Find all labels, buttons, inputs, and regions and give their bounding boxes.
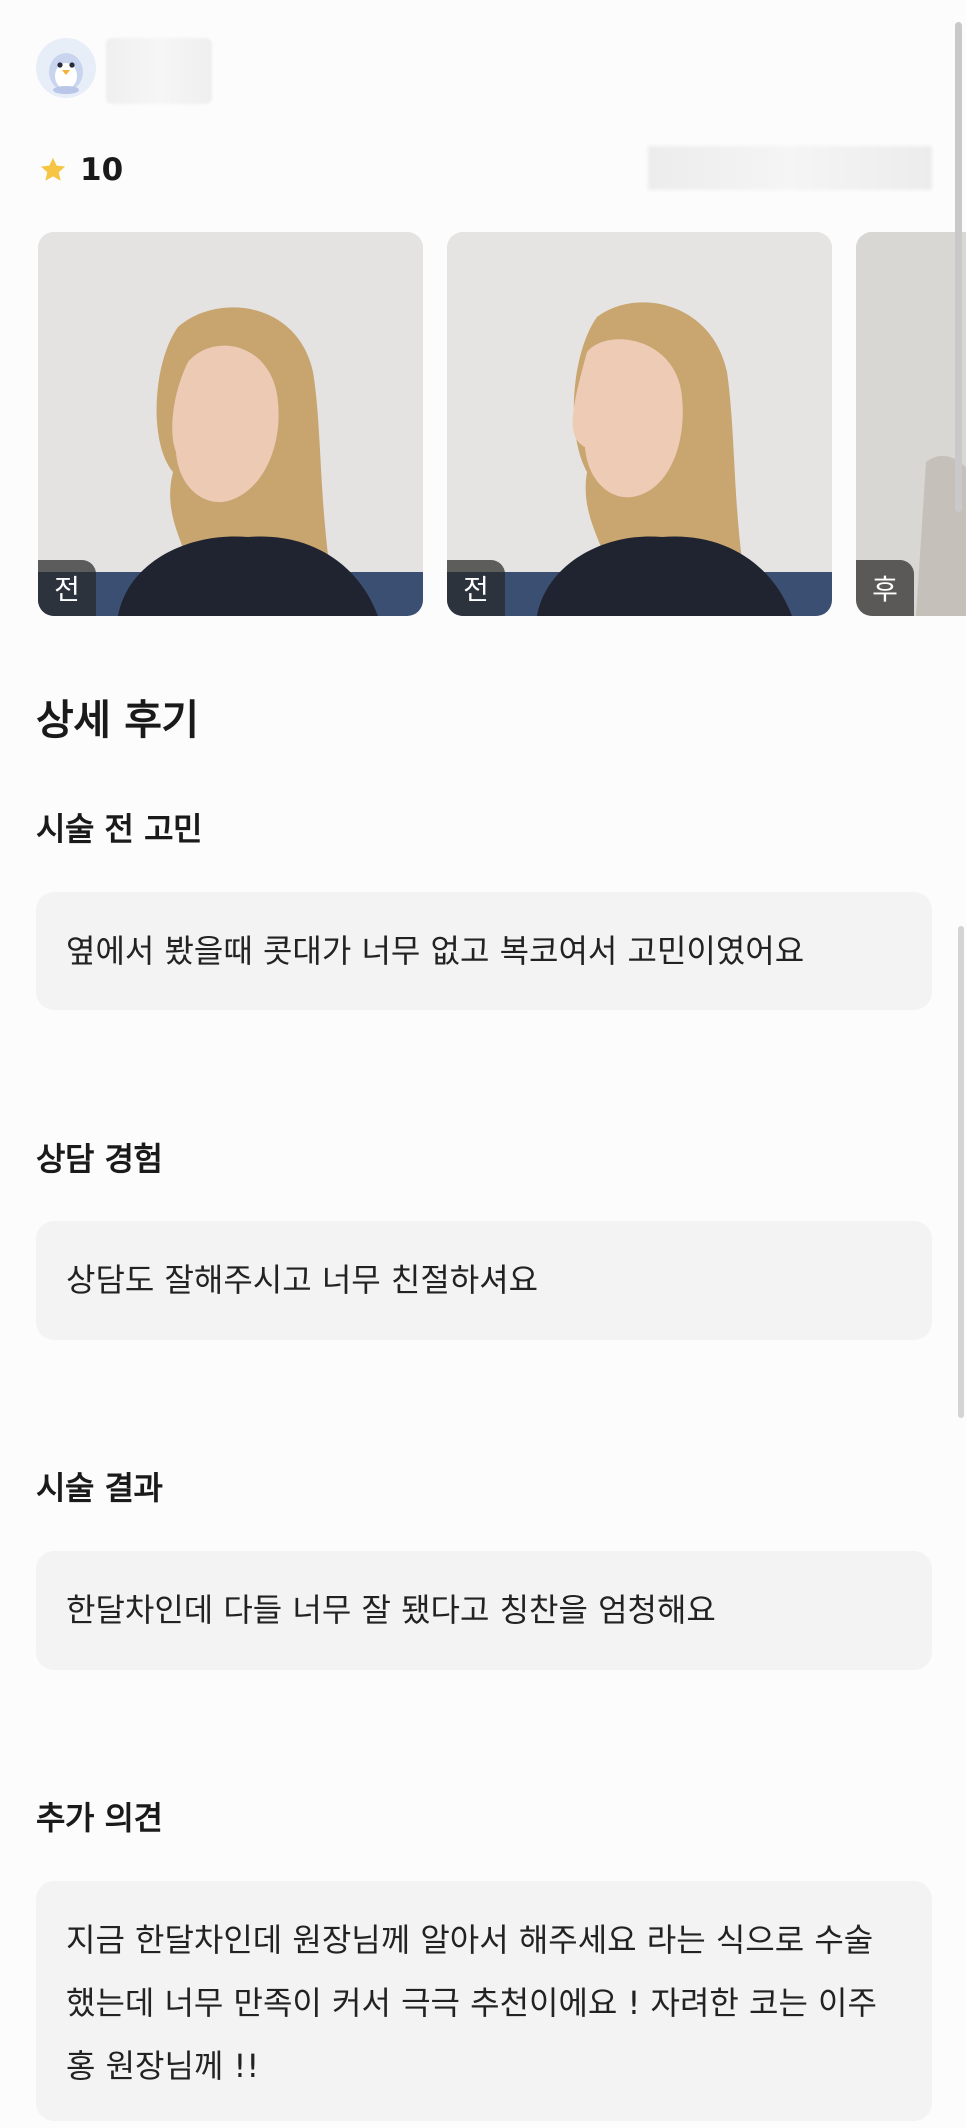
- user-avatar[interactable]: [36, 38, 96, 98]
- answer-text: 옆에서 봤을때 콧대가 너무 없고 복코여서 고민이였어요: [66, 931, 805, 970]
- photo-before-2[interactable]: 전: [447, 232, 832, 616]
- answer-text: 지금 한달차인데 원장님께 알아서 해주세요 라는 식으로 수술 했는데 너무 …: [66, 1921, 877, 2085]
- photo-gallery[interactable]: 전 전 후: [38, 232, 966, 618]
- rating-value: 10: [80, 152, 124, 188]
- penguin-avatar-icon: [36, 38, 96, 98]
- scrollbar-thumb[interactable]: [955, 22, 962, 512]
- answer-box: 옆에서 봤을때 콧대가 너무 없고 복코여서 고민이였어요: [36, 892, 932, 1010]
- photo-image: [38, 232, 423, 616]
- review-header: [36, 38, 932, 108]
- star-icon: [40, 157, 66, 181]
- date-blurred: [648, 146, 932, 190]
- photo-before-1[interactable]: 전: [38, 232, 423, 616]
- photo-badge: 전: [447, 560, 505, 616]
- photo-image: [447, 232, 832, 616]
- answer-box: 지금 한달차인데 원장님께 알아서 해주세요 라는 식으로 수술 했는데 너무 …: [36, 1881, 932, 2121]
- question-label: 시술 전 고민: [36, 810, 202, 848]
- photo-after-1[interactable]: 후: [856, 232, 966, 616]
- question-label: 상담 경험: [36, 1140, 163, 1178]
- answer-box: 상담도 잘해주시고 너무 친절하셔요: [36, 1221, 932, 1340]
- question-label: 시술 결과: [36, 1469, 163, 1507]
- answer-text: 상담도 잘해주시고 너무 친절하셔요: [66, 1261, 539, 1299]
- answer-text: 한달차인데 다들 너무 잘 됐다고 칭찬을 엄청해요: [66, 1591, 716, 1629]
- scrollbar-thumb-secondary[interactable]: [958, 926, 964, 1418]
- section-title: 상세 후기: [36, 696, 199, 744]
- rating: 10: [38, 150, 123, 190]
- photo-badge: 전: [38, 560, 96, 616]
- answer-box: 한달차인데 다들 너무 잘 됐다고 칭찬을 엄청해요: [36, 1551, 932, 1670]
- photo-badge: 후: [856, 560, 914, 616]
- question-label: 추가 의견: [36, 1799, 163, 1837]
- photo-image: [856, 232, 966, 616]
- username-blurred: [106, 38, 212, 104]
